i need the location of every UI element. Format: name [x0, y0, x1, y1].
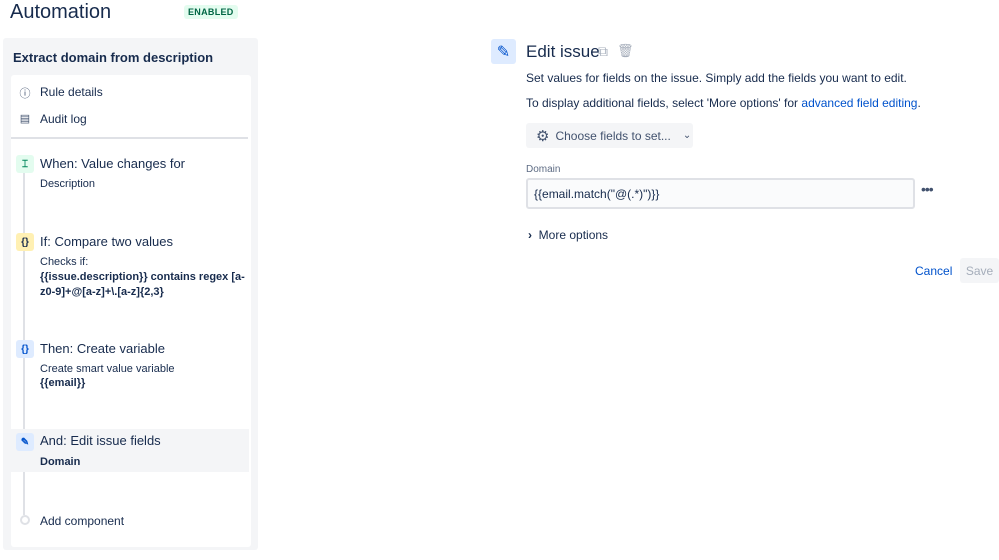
add-component-link[interactable]: Add component	[40, 514, 124, 528]
field-label: Domain	[526, 164, 561, 175]
more-icon[interactable]: •••	[921, 181, 934, 197]
cancel-button[interactable]: Cancel	[915, 264, 952, 278]
copy-icon[interactable]: ⧉	[598, 43, 608, 60]
rule-name: Extract domain from description	[13, 50, 214, 65]
component-detail: {{issue.description}} contains regex [a-…	[40, 271, 245, 298]
component-condition[interactable]: If: Compare two values	[40, 234, 173, 249]
component-detail: Description	[40, 178, 96, 190]
divider	[11, 137, 248, 139]
editor-description: Set values for fields on the issue. Simp…	[526, 71, 907, 85]
rule-card	[11, 75, 251, 547]
chevron-right-icon: ›	[528, 228, 532, 242]
editor-title: Edit issue	[526, 42, 600, 61]
braces-icon: {}	[16, 340, 34, 358]
more-options-toggle[interactable]: › More options	[528, 228, 608, 242]
punctuation: .	[917, 96, 921, 110]
status-badge: ENABLED	[184, 5, 238, 19]
component-detail: Create smart value variable	[40, 363, 175, 375]
domain-input[interactable]: {{email.match("@(.*)")}}	[526, 178, 915, 209]
trash-icon[interactable]: 🗑	[617, 43, 634, 59]
nav-rule-details[interactable]: Rule details	[40, 85, 103, 99]
component-action[interactable]: Then: Create variable	[40, 341, 165, 356]
component-trigger[interactable]: When: Value changes for	[40, 156, 185, 171]
editor-hint: To display additional fields, select 'Mo…	[526, 96, 802, 110]
add-circle-icon	[20, 515, 30, 525]
component-detail: {{email}}	[40, 377, 86, 389]
document-icon: ▤	[19, 113, 31, 125]
nav-audit-log[interactable]: Audit log	[40, 112, 87, 126]
component-edit-issue[interactable]: And: Edit issue fields	[40, 433, 161, 448]
gear-icon: ⚙	[536, 127, 550, 145]
pencil-icon: ✎	[491, 39, 516, 64]
save-button[interactable]: Save	[960, 258, 999, 283]
page-title: Automation	[10, 1, 112, 23]
choose-fields-button[interactable]: ⚙ Choose fields to set... ⌄	[526, 123, 693, 148]
trigger-icon: ⌶	[16, 155, 34, 173]
component-detail: Domain	[40, 456, 81, 468]
advanced-field-editing-link[interactable]: advanced field editing	[801, 96, 917, 110]
component-detail: Checks if:	[40, 256, 89, 268]
more-options-label: More options	[538, 228, 609, 242]
pencil-icon: ✎	[16, 433, 34, 451]
info-icon: ⓘ	[19, 88, 31, 100]
chevron-down-icon: ⌄	[682, 130, 692, 141]
choose-fields-label: Choose fields to set...	[555, 128, 671, 143]
braces-icon: {}	[16, 233, 34, 251]
